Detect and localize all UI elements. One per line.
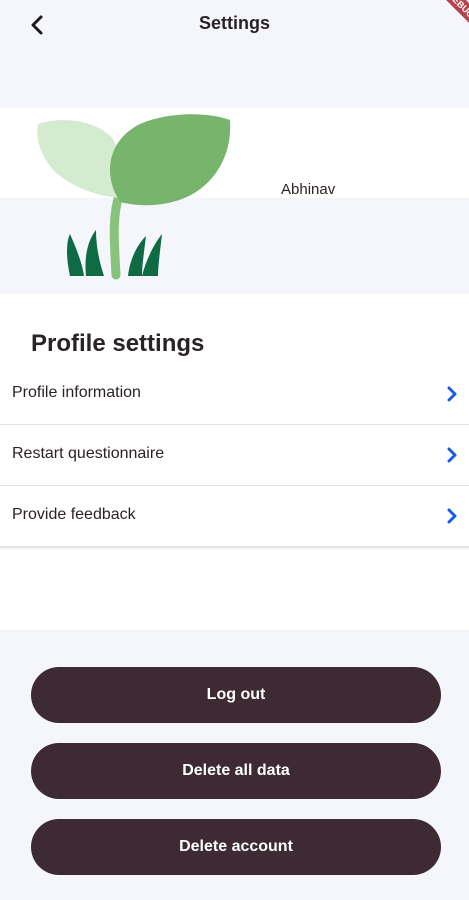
settings-item-restart-questionnaire[interactable]: Restart questionnaire [0,425,469,485]
section-title: Profile settings [31,330,205,357]
settings-item-label: Provide feedback [12,506,136,523]
avatar [34,110,234,280]
delete-all-data-button[interactable]: Delete all data [31,743,441,799]
logout-button[interactable]: Log out [31,667,441,723]
chevron-right-icon [447,447,457,463]
chevron-right-icon [447,386,457,402]
settings-item-profile-information[interactable]: Profile information [0,364,469,424]
settings-item-label: Profile information [12,384,141,401]
delete-account-button[interactable]: Delete account [31,819,441,875]
settings-item-provide-feedback[interactable]: Provide feedback [0,486,469,546]
sprout-icon [37,114,231,280]
page-title: Settings [198,13,270,33]
profile-name: Abhinav [281,181,336,198]
chevron-right-icon [447,508,457,524]
settings-item-label: Restart questionnaire [12,445,165,462]
app-bar: Settings DEBUG [0,0,469,50]
divider [0,546,469,550]
